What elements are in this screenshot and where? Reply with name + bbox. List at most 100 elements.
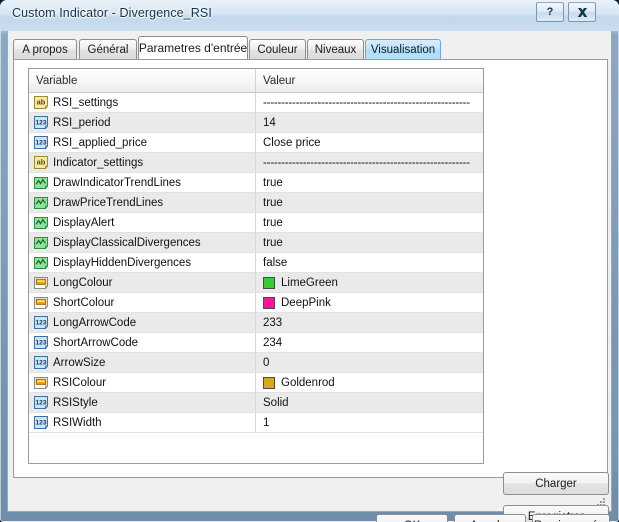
- tab-parametres-d-entree[interactable]: Parametres d'entrée: [138, 36, 248, 59]
- tab-general[interactable]: Général: [79, 39, 137, 59]
- grid-row[interactable]: 123RSI_applied_priceClose price: [29, 133, 483, 153]
- svg-text:ab: ab: [37, 157, 46, 166]
- colour-swatch: [263, 277, 275, 289]
- grid-row[interactable]: 123RSI_period14: [29, 113, 483, 133]
- tab-strip: A propos Général Parametres d'entrée Cou…: [13, 37, 608, 59]
- value-text: false: [263, 257, 287, 269]
- grid-cell-valeur[interactable]: ----------------------------------------…: [256, 93, 483, 112]
- parameters-grid[interactable]: Variable Valeur abRSI_settings----------…: [28, 68, 484, 464]
- grid-cell-valeur[interactable]: Solid: [256, 393, 483, 412]
- grid-row[interactable]: LongColourLimeGreen: [29, 273, 483, 293]
- boolean-icon: [34, 216, 48, 230]
- variable-name: RSI_applied_price: [53, 137, 147, 149]
- grid-cell-valeur[interactable]: true: [256, 213, 483, 232]
- dialog-client-area: A propos Général Parametres d'entrée Cou…: [7, 31, 612, 512]
- custom-indicator-dialog: Custom Indicator - Divergence_RSI ? A pr…: [0, 0, 619, 522]
- variable-name: DrawPriceTrendLines: [53, 197, 163, 209]
- grid-cell-variable[interactable]: abRSI_settings: [29, 93, 256, 112]
- grid-row[interactable]: DisplayHiddenDivergences false: [29, 253, 483, 273]
- number-icon: 123: [34, 396, 48, 410]
- reset-button[interactable]: Remise a zéro: [532, 514, 610, 522]
- grid-cell-valeur[interactable]: true: [256, 173, 483, 192]
- help-button[interactable]: ?: [536, 2, 564, 22]
- grid-row[interactable]: RSIColour Goldenrod: [29, 373, 483, 393]
- load-button[interactable]: Charger: [503, 472, 609, 495]
- grid-row[interactable]: DrawPriceTrendLines true: [29, 193, 483, 213]
- question-mark-icon: ?: [547, 6, 554, 18]
- grid-cell-valeur[interactable]: 0: [256, 353, 483, 372]
- variable-name: ShortColour: [53, 297, 114, 309]
- ok-button[interactable]: OK: [376, 514, 448, 522]
- resize-gripper[interactable]: [595, 496, 607, 508]
- grid-cell-variable[interactable]: LongColour: [29, 273, 256, 292]
- close-icon: [577, 8, 588, 17]
- grid-cell-valeur[interactable]: Goldenrod: [256, 373, 483, 392]
- grid-row[interactable]: 123 RSIWidth 1: [29, 413, 483, 433]
- tab-couleur[interactable]: Couleur: [249, 39, 306, 59]
- column-header-valeur[interactable]: Valeur: [256, 69, 483, 92]
- grid-cell-valeur[interactable]: DeepPink: [256, 293, 483, 312]
- grid-cell-valeur[interactable]: 233: [256, 313, 483, 332]
- boolean-icon: [34, 256, 48, 270]
- grid-cell-variable[interactable]: abIndicator_settings: [29, 153, 256, 172]
- grid-cell-variable[interactable]: DisplayHiddenDivergences: [29, 253, 256, 272]
- grid-cell-valeur[interactable]: false: [256, 253, 483, 272]
- grid-row[interactable]: 123ArrowSize 0: [29, 353, 483, 373]
- close-button[interactable]: [568, 2, 596, 22]
- grid-row[interactable]: 123 ShortArrowCode 234: [29, 333, 483, 353]
- colour-swatch: [263, 377, 275, 389]
- grid-cell-variable[interactable]: 123 RSIWidth: [29, 413, 256, 432]
- string-icon: ab: [34, 156, 48, 170]
- variable-name: RSIColour: [53, 377, 106, 389]
- title-bar[interactable]: Custom Indicator - Divergence_RSI ?: [0, 0, 619, 31]
- number-icon: 123: [34, 116, 48, 130]
- grid-cell-variable[interactable]: DrawPriceTrendLines: [29, 193, 256, 212]
- value-text: true: [263, 197, 283, 209]
- grid-row[interactable]: 123LongArrowCode233: [29, 313, 483, 333]
- grid-cell-valeur[interactable]: LimeGreen: [256, 273, 483, 292]
- cancel-button[interactable]: Annuler: [454, 514, 526, 522]
- number-icon: 123: [34, 316, 48, 330]
- grid-row[interactable]: ShortColour DeepPink: [29, 293, 483, 313]
- grid-cell-variable[interactable]: 123 ShortArrowCode: [29, 333, 256, 352]
- grid-cell-variable[interactable]: DisplayClassicalDivergences: [29, 233, 256, 252]
- tab-page-parametres-d-entree: Variable Valeur abRSI_settings----------…: [13, 59, 608, 478]
- grid-cell-variable[interactable]: 123ArrowSize: [29, 353, 256, 372]
- grid-cell-valeur[interactable]: true: [256, 233, 483, 252]
- grid-cell-valeur[interactable]: 14: [256, 113, 483, 132]
- variable-name: RSIWidth: [53, 417, 102, 429]
- column-header-variable[interactable]: Variable: [29, 69, 256, 92]
- grid-body: abRSI_settings--------------------------…: [29, 93, 483, 433]
- tab-niveaux[interactable]: Niveaux: [307, 39, 364, 59]
- grid-cell-variable[interactable]: RSIColour: [29, 373, 256, 392]
- grid-cell-valeur[interactable]: 234: [256, 333, 483, 352]
- grid-cell-variable[interactable]: DrawIndicatorTrendLines: [29, 173, 256, 192]
- grid-row[interactable]: abRSI_settings--------------------------…: [29, 93, 483, 113]
- number-icon: 123: [34, 336, 48, 350]
- grid-cell-valeur[interactable]: 1: [256, 413, 483, 432]
- svg-text:123: 123: [35, 419, 46, 426]
- grid-row[interactable]: abIndicator_settings --------------------…: [29, 153, 483, 173]
- variable-name: RSI_settings: [53, 97, 118, 109]
- grid-cell-variable[interactable]: 123LongArrowCode: [29, 313, 256, 332]
- grid-row[interactable]: DisplayClassicalDivergences true: [29, 233, 483, 253]
- grid-cell-variable[interactable]: 123RSI_period: [29, 113, 256, 132]
- grid-cell-valeur[interactable]: Close price: [256, 133, 483, 152]
- variable-name: DisplayClassicalDivergences: [53, 237, 201, 249]
- grid-cell-variable[interactable]: DisplayAlert: [29, 213, 256, 232]
- value-separator: ----------------------------------------…: [263, 157, 481, 169]
- grid-cell-variable[interactable]: 123RSI_applied_price: [29, 133, 256, 152]
- variable-name: ShortArrowCode: [53, 337, 138, 349]
- grid-row[interactable]: DrawIndicatorTrendLinestrue: [29, 173, 483, 193]
- grid-cell-variable[interactable]: ShortColour: [29, 293, 256, 312]
- svg-text:123: 123: [35, 359, 46, 366]
- grid-cell-variable[interactable]: 123RSIStyle: [29, 393, 256, 412]
- grid-cell-valeur[interactable]: ----------------------------------------…: [256, 153, 483, 172]
- grid-row[interactable]: 123RSIStyleSolid: [29, 393, 483, 413]
- grid-row[interactable]: DisplayAlerttrue: [29, 213, 483, 233]
- grid-cell-valeur[interactable]: true: [256, 193, 483, 212]
- value-text: 0: [263, 357, 269, 369]
- number-icon: 123: [34, 416, 48, 430]
- tab-a-propos[interactable]: A propos: [13, 39, 77, 59]
- tab-visualisation[interactable]: Visualisation: [365, 39, 441, 59]
